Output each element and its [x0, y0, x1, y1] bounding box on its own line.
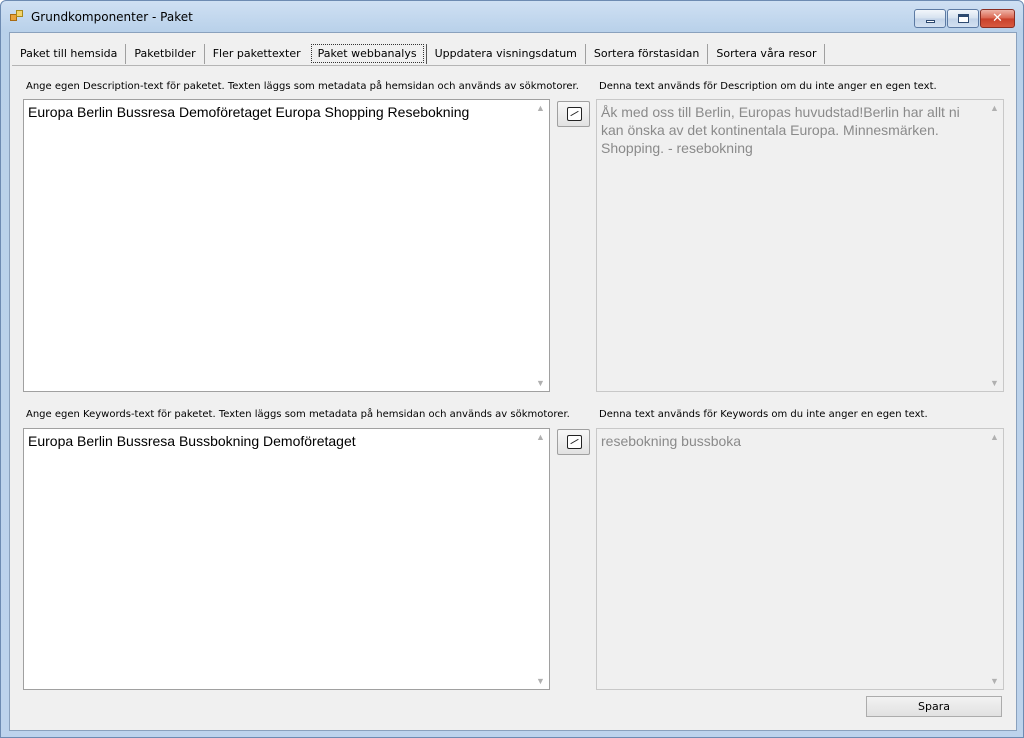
scroll-down-icon[interactable]: ▼ [990, 379, 999, 388]
scroll-up-icon[interactable]: ▲ [536, 104, 545, 113]
keywords-default-scrollbar[interactable]: ▲ ▼ [987, 431, 1001, 687]
tab-sortera-forstasidan[interactable]: Sortera förstasidan [586, 44, 709, 64]
keywords-default-text: resebokning bussboka ▲ ▼ [596, 428, 1004, 690]
minimize-icon [926, 20, 935, 23]
tab-sortera-vara-resor[interactable]: Sortera våra resor [708, 44, 826, 64]
description-default-value: Åk med oss till Berlin, Europas huvudsta… [601, 104, 960, 156]
scroll-up-icon[interactable]: ▲ [990, 104, 999, 113]
tab-divider [12, 65, 1010, 66]
tab-paketbilder[interactable]: Paketbilder [126, 44, 205, 64]
close-icon: ✕ [992, 11, 1003, 26]
description-default-scrollbar[interactable]: ▲ ▼ [987, 102, 1001, 389]
scroll-down-icon[interactable]: ▼ [990, 677, 999, 686]
scroll-down-icon[interactable]: ▼ [536, 677, 545, 686]
description-input-text: Europa Berlin Bussresa Demoföretaget Eur… [28, 104, 470, 120]
description-input-scrollbar[interactable]: ▲ ▼ [533, 102, 547, 389]
app-icon [10, 10, 24, 22]
title-bar[interactable]: Grundkomponenter - Paket ✕ [1, 1, 1023, 31]
tab-uppdatera-visningsdatum[interactable]: Uppdatera visningsdatum [425, 44, 586, 64]
tab-paket-till-hemsida[interactable]: Paket till hemsida [12, 44, 127, 64]
maximize-icon [958, 14, 969, 23]
keywords-own-label: Ange egen Keywords-text för paketet. Tex… [26, 409, 570, 420]
minimize-button[interactable] [914, 9, 946, 28]
window-title: Grundkomponenter - Paket [31, 10, 193, 24]
keywords-input-scrollbar[interactable]: ▲ ▼ [533, 431, 547, 687]
close-button[interactable]: ✕ [980, 9, 1015, 28]
copy-arrow-icon [567, 107, 582, 121]
keywords-default-label: Denna text används för Keywords om du in… [599, 409, 928, 420]
description-input[interactable]: Europa Berlin Bussresa Demoföretaget Eur… [23, 99, 550, 392]
keywords-input[interactable]: Europa Berlin Bussresa Bussbokning Demof… [23, 428, 550, 690]
scroll-down-icon[interactable]: ▼ [536, 379, 545, 388]
description-own-label: Ange egen Description-text för paketet. … [26, 81, 579, 92]
save-button[interactable]: Spara [866, 696, 1002, 717]
keywords-default-value: resebokning bussboka [601, 433, 742, 449]
copy-arrow-icon [567, 435, 582, 449]
description-default-label: Denna text används för Description om du… [599, 81, 937, 92]
keywords-input-text: Europa Berlin Bussresa Bussbokning Demof… [28, 433, 356, 449]
maximize-button[interactable] [947, 9, 979, 28]
tab-paket-webbanalys[interactable]: Paket webbanalys [310, 44, 424, 63]
copy-keywords-button[interactable] [557, 429, 590, 455]
copy-description-button[interactable] [557, 101, 590, 127]
tab-fler-pakettexter[interactable]: Fler pakettexter [205, 44, 309, 64]
description-default-text: Åk med oss till Berlin, Europas huvudsta… [596, 99, 1004, 392]
tab-strip: Paket till hemsida Paketbilder Fler pake… [12, 44, 826, 66]
scroll-up-icon[interactable]: ▲ [536, 433, 545, 442]
scroll-up-icon[interactable]: ▲ [990, 433, 999, 442]
